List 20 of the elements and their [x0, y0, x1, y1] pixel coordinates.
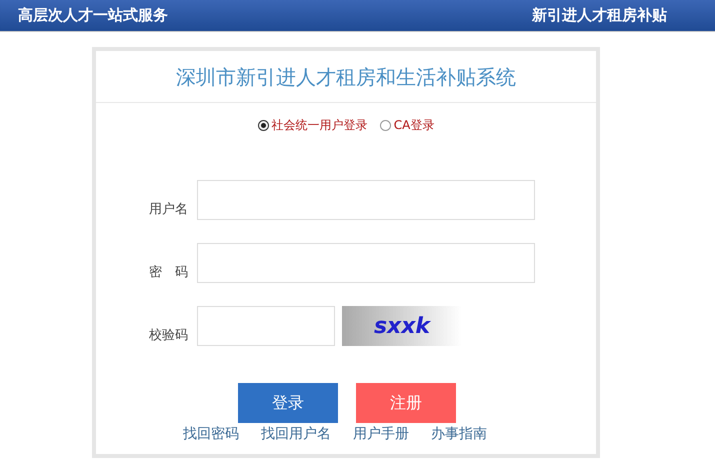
- field-label: 用户名: [148, 200, 189, 218]
- captcha-text: sxxk: [374, 312, 430, 340]
- help-link[interactable]: 找回密码: [183, 424, 239, 445]
- help-link[interactable]: 找回用户名: [261, 424, 331, 445]
- username-field[interactable]: [197, 180, 535, 220]
- card-title: 深圳市新引进人才租房和生活补贴系统: [176, 64, 516, 90]
- password-field[interactable]: [197, 243, 535, 283]
- login-button[interactable]: 登录: [238, 383, 338, 423]
- radio-button[interactable]: [380, 120, 391, 130]
- site-title: 高层次人才一站式服务: [18, 5, 168, 26]
- register-button[interactable]: 注册: [356, 383, 456, 423]
- radio-label[interactable]: CA登录: [394, 116, 434, 134]
- field-label: 密 码: [148, 264, 189, 282]
- radio-button[interactable]: [258, 120, 269, 130]
- help-link[interactable]: 办事指南: [431, 424, 487, 445]
- captcha-field[interactable]: [197, 306, 335, 346]
- field-label: 校验码: [148, 326, 189, 344]
- radio-label[interactable]: 社会统一用户登录: [272, 116, 368, 134]
- help-link[interactable]: 用户手册: [353, 424, 409, 445]
- system-title: 新引进人才租房补贴: [532, 5, 667, 26]
